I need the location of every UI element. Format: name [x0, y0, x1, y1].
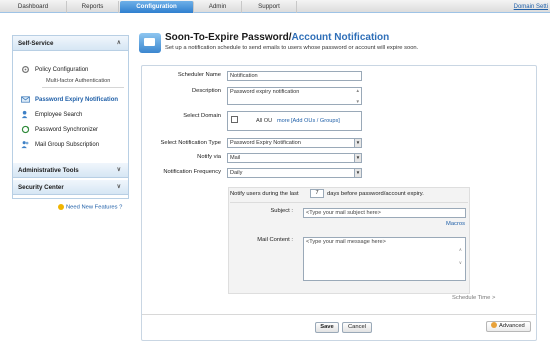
notification-page-icon — [139, 33, 161, 53]
advanced-button[interactable]: Advanced — [486, 321, 531, 332]
sidebar-item-label: Employee Search — [35, 112, 83, 119]
save-button[interactable]: Save — [315, 322, 339, 333]
divider — [230, 202, 468, 203]
advanced-button-label: Advanced — [499, 323, 525, 329]
add-ous-groups-link[interactable]: [Add OUs / Groups] — [291, 118, 340, 124]
scroll-up-icon[interactable]: ▲ — [356, 88, 360, 93]
page-title: Soon-To-Expire Password/Account Notifica… — [165, 32, 389, 43]
sidebar-header-security-center[interactable]: Security Center ∨ — [13, 180, 128, 195]
sidebar: Self-Service ∧ Policy Configuration Mult… — [12, 35, 129, 199]
notify-via-value: Mail — [230, 155, 241, 161]
sidebar-header-administrative-tools[interactable]: Administrative Tools ∨ — [13, 163, 128, 178]
scroll-down-icon[interactable]: ∨ — [459, 260, 462, 266]
group-icon — [21, 141, 29, 149]
domain-value: All OU — [256, 118, 273, 124]
sidebar-header-label: Administrative Tools — [18, 167, 79, 174]
new-features-link[interactable]: Need New Features ? — [58, 204, 122, 211]
scheduler-name-label: Scheduler Name — [177, 72, 221, 78]
cancel-button[interactable]: Cancel — [342, 322, 372, 333]
notify-days-suffix: days before password/account expiry. — [327, 191, 424, 197]
sync-icon — [21, 125, 30, 134]
mail-content-label: Mail Content : — [257, 237, 293, 243]
dropdown-arrow-icon: ▼ — [354, 154, 361, 162]
divider — [142, 314, 536, 315]
notification-type-value: Password Expiry Notification — [230, 140, 301, 146]
sidebar-item-label: Password Synchronizer — [35, 127, 99, 134]
notification-frequency-select[interactable]: Daily ▼ — [227, 168, 362, 178]
tab-configuration[interactable]: Configuration — [120, 1, 194, 13]
dropdown-arrow-icon: ▼ — [354, 169, 361, 177]
notification-type-label: Select Notification Type — [160, 140, 221, 146]
sidebar-header-self-service[interactable]: Self-Service ∧ — [13, 36, 128, 51]
sidebar-item-password-expiry-notification[interactable]: Password Expiry Notification — [21, 95, 118, 105]
sidebar-item-label: Mail Group Subscription — [35, 142, 100, 149]
mail-content-placeholder: <Type your mail message here> — [306, 239, 386, 245]
domain-selector: All OU more [Add OUs / Groups] — [227, 111, 362, 131]
sidebar-item-password-synchronizer[interactable]: Password Synchronizer — [21, 125, 98, 135]
domain-checkbox[interactable] — [231, 116, 238, 123]
expand-icon[interactable]: ∨ — [117, 163, 121, 178]
advanced-gear-icon — [491, 322, 497, 329]
notification-type-select[interactable]: Password Expiry Notification ▼ — [227, 138, 362, 148]
dropdown-arrow-icon: ▼ — [354, 139, 361, 147]
scroll-down-icon[interactable]: ▼ — [356, 99, 360, 104]
search-user-icon — [21, 110, 28, 119]
notification-frequency-value: Daily — [230, 170, 243, 176]
notify-days-prefix: Notify users during the last — [230, 191, 299, 197]
tab-dashboard[interactable]: Dashboard — [0, 1, 67, 13]
bulb-icon — [58, 204, 64, 210]
scroll-up-icon[interactable]: ∧ — [459, 247, 462, 253]
top-navigation: Dashboard Reports Configuration Admin Su… — [0, 0, 550, 13]
expand-icon[interactable]: ∨ — [117, 180, 121, 195]
page-description: Set up a notification schedule to send e… — [165, 45, 419, 51]
domain-more-link[interactable]: more — [277, 118, 290, 124]
page-title-accent: Account Notification — [291, 32, 390, 43]
tab-reports[interactable]: Reports — [67, 1, 119, 13]
notify-days-input[interactable]: 7 — [310, 189, 324, 198]
sidebar-item-employee-search[interactable]: Employee Search — [21, 110, 82, 120]
collapse-icon[interactable]: ∧ — [117, 36, 121, 51]
scheduler-name-input[interactable]: Notification — [227, 71, 362, 81]
sidebar-header-label: Self-Service — [18, 40, 54, 47]
schedule-time-link[interactable]: Schedule Time > — [452, 295, 495, 301]
sidebar-item-label: Password Expiry Notification — [35, 97, 119, 104]
sidebar-item-policy-configuration[interactable]: Policy Configuration — [21, 65, 88, 75]
macros-link[interactable]: Macros — [446, 221, 465, 227]
notify-via-select[interactable]: Mail ▼ — [227, 153, 362, 163]
notification-frequency-label: Notification Frequency — [163, 169, 221, 175]
sidebar-item-multi-factor-authentication[interactable]: Multi-factor Authentication — [46, 76, 110, 86]
tab-admin[interactable]: Admin — [194, 1, 242, 13]
domain-settings-link[interactable]: Domain Setti — [514, 1, 548, 13]
divider — [42, 87, 124, 88]
new-features-label: Need New Features ? — [66, 204, 123, 211]
select-domain-label: Select Domain — [183, 113, 221, 119]
subject-label: Subject : — [270, 208, 293, 214]
page-title-plain: Soon-To-Expire Password/ — [165, 32, 292, 43]
sidebar-item-label: Policy Configuration — [35, 67, 89, 74]
description-textarea[interactable]: Password expiry notification ▲ ▼ — [227, 87, 362, 105]
notify-via-label: Notify via — [197, 154, 221, 160]
sidebar-item-mail-group-subscription[interactable]: Mail Group Subscription — [21, 140, 99, 150]
tab-support[interactable]: Support — [242, 1, 297, 13]
sidebar-header-label: Security Center — [18, 184, 64, 191]
gear-icon — [21, 65, 30, 74]
description-label: Description — [192, 88, 221, 94]
mail-content-textarea[interactable]: <Type your mail message here> ∧ ∨ — [303, 237, 466, 281]
description-text: Password expiry notification — [230, 89, 300, 95]
mail-icon — [21, 96, 30, 103]
subject-input[interactable]: <Type your mail subject here> — [303, 208, 466, 218]
